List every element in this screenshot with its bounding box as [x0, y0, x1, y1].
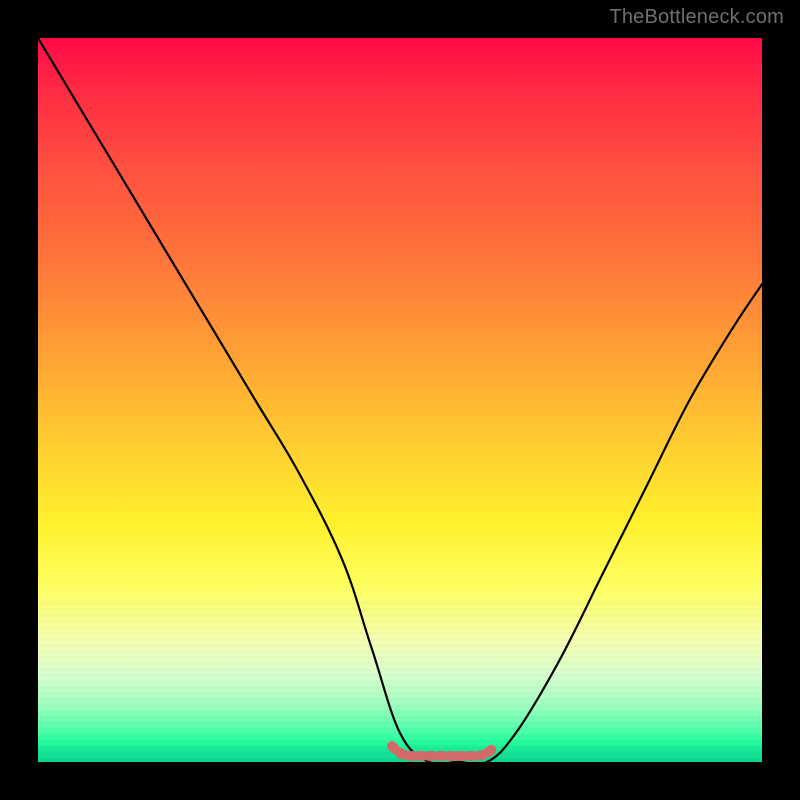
- watermark-text: TheBottleneck.com: [609, 6, 784, 29]
- chart-frame: TheBottleneck.com: [0, 0, 800, 800]
- gradient-background: [38, 38, 762, 762]
